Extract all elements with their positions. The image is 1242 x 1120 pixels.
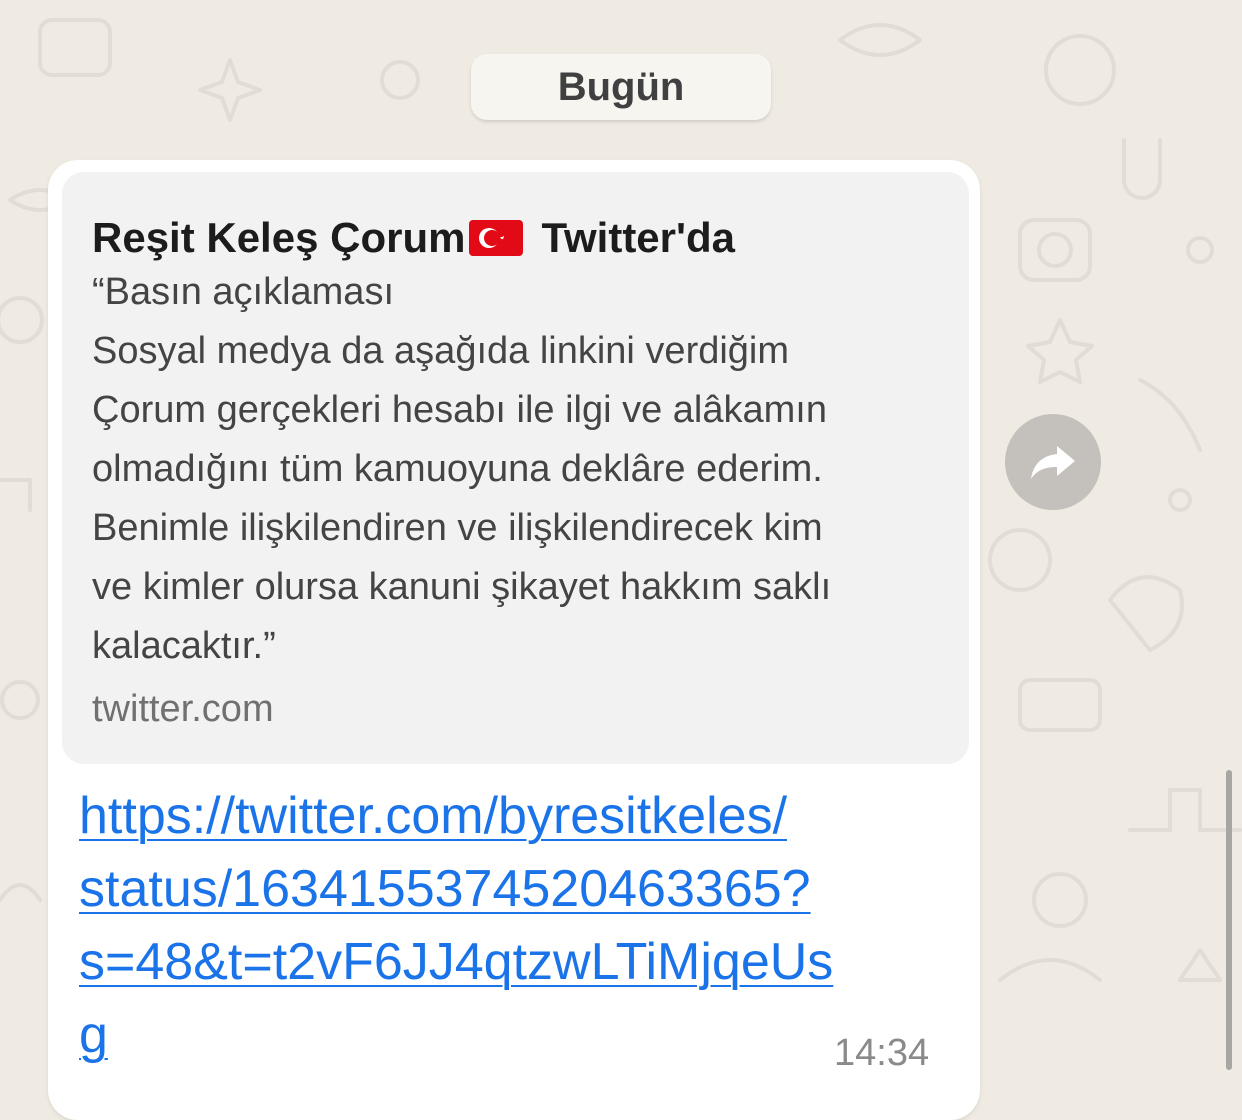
link-preview-title-text: Reşit Keleş Çorum (92, 214, 466, 261)
link-preview-domain: twitter.com (92, 688, 274, 730)
link-preview-title-suffix: Twitter'da (541, 214, 736, 261)
turkey-flag-icon (469, 220, 524, 256)
message-timestamp: 14:34 (834, 1032, 930, 1074)
date-divider-label: Bugün (557, 64, 685, 109)
message-link[interactable]: https://twitter.com/byresitkeles/ status… (79, 780, 949, 1072)
scrollbar[interactable] (1226, 770, 1232, 1070)
link-preview-card[interactable]: Reşit Keleş Çorum Twitter'da “Basın açık… (62, 172, 969, 764)
message-bubble[interactable]: Reşit Keleş Çorum Twitter'da “Basın açık… (48, 160, 980, 1120)
forward-arrow-icon (1031, 446, 1075, 479)
link-preview-description: “Basın açıklaması Sosyal medya da aşağıd… (92, 271, 832, 667)
forward-button[interactable] (1005, 414, 1101, 510)
date-divider: Bugün (471, 54, 771, 120)
link-preview-title: Reşit Keleş Çorum Twitter'da (92, 214, 735, 262)
